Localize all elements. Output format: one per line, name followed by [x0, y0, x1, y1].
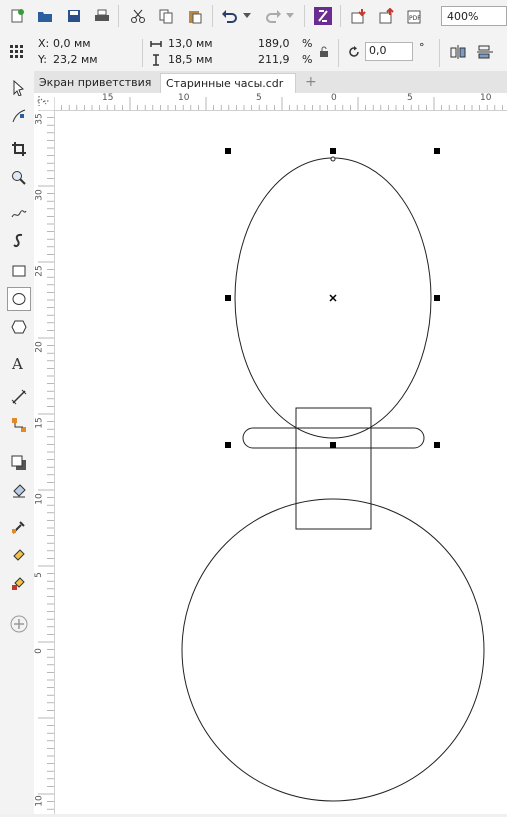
selection-handle[interactable] [434, 295, 440, 301]
redo-dropdown-icon[interactable] [284, 5, 296, 27]
center-marker-icon[interactable] [329, 294, 337, 302]
ruler-top-label: 10 [178, 93, 190, 103]
ruler-left-label: 15 [34, 417, 45, 429]
ruler-left-label: 10 [34, 493, 45, 505]
launcher-icon[interactable] [312, 5, 334, 27]
y-position-field[interactable]: 23,2 мм [50, 52, 136, 69]
selection-handle[interactable] [225, 148, 231, 154]
selection-handle[interactable] [434, 148, 440, 154]
zoom-level-input[interactable]: 400% [441, 6, 507, 26]
paste-icon[interactable] [184, 5, 206, 27]
print-icon[interactable] [91, 5, 113, 27]
undo-icon[interactable] [219, 5, 241, 27]
horizontal-ruler-ticks [53, 97, 503, 110]
vertical-ruler[interactable]: 35 30 25 20 15 10 5 0 10 [33, 109, 55, 814]
x-label: X: [38, 37, 50, 50]
transparency-icon[interactable] [7, 479, 31, 503]
mirror-vertical-icon[interactable] [474, 41, 496, 63]
interactive-fill-icon[interactable] [7, 543, 31, 567]
x-position-field[interactable]: 0,0 мм [50, 36, 136, 53]
rotation-icon [345, 41, 363, 63]
add-tab-button[interactable]: + [300, 73, 318, 93]
dimension-tool-icon[interactable] [7, 385, 31, 409]
polygon-tool-icon[interactable] [7, 315, 31, 339]
pick-tool-icon[interactable] [7, 76, 31, 100]
tab-document[interactable]: Старинные часы.cdr [160, 73, 296, 93]
drawing-canvas[interactable] [55, 111, 507, 814]
lock-ratio-icon[interactable] [316, 41, 332, 63]
pdf-icon[interactable]: PDF [404, 5, 426, 27]
save-icon[interactable] [63, 5, 85, 27]
rectangle-tool-icon[interactable] [7, 259, 31, 283]
width-field[interactable]: 13,0 мм [165, 36, 251, 53]
neck-rectangle[interactable] [295, 407, 372, 530]
selection-handle[interactable] [330, 148, 336, 154]
height-icon [150, 54, 162, 66]
selection-handle[interactable] [330, 442, 336, 448]
export-icon[interactable] [376, 5, 398, 27]
open-icon[interactable] [34, 5, 56, 27]
add-tool-icon[interactable] [7, 612, 31, 636]
selection-handle[interactable] [225, 295, 231, 301]
artistic-media-icon[interactable] [7, 229, 31, 253]
freehand-tool-icon[interactable] [7, 201, 31, 225]
undo-dropdown-icon[interactable] [241, 5, 253, 27]
property-bar: X: 0,0 мм Y: 23,2 мм 13,0 мм 18,5 мм 189… [0, 33, 507, 72]
ruler-left-label: 20 [34, 341, 45, 353]
text-tool-icon[interactable]: A [7, 351, 31, 375]
y-label: Y: [38, 53, 47, 66]
ruler-top-label: 5 [407, 93, 413, 103]
ellipse-tool-icon[interactable] [7, 287, 31, 311]
document-tabs: Экран приветствия Старинные часы.cdr + [34, 71, 507, 94]
new-icon[interactable] [6, 5, 28, 27]
clock-base-circle[interactable] [181, 498, 485, 802]
ruler-left-label: 5 [33, 572, 44, 578]
height-field[interactable]: 18,5 мм [165, 52, 251, 69]
scale-x-field[interactable]: 189,0 [255, 36, 299, 53]
ruler-origin-icon[interactable] [34, 93, 55, 111]
ruler-left-label: 25 [34, 265, 45, 277]
cut-icon[interactable] [127, 5, 149, 27]
ruler-top-label: 15 [102, 93, 114, 103]
smart-fill-icon[interactable] [7, 571, 31, 595]
rotation-field[interactable]: 0,0 [365, 42, 413, 61]
drop-shadow-icon[interactable] [7, 451, 31, 475]
redo-icon[interactable] [262, 5, 284, 27]
eyedropper-icon[interactable] [7, 515, 31, 539]
percent-y-label: % [302, 53, 313, 66]
ruler-left-label: 30 [34, 189, 45, 201]
ruler-top-label: 0 [331, 93, 337, 103]
scale-y-field[interactable]: 211,9 [255, 52, 299, 69]
svg-text:A: A [11, 355, 23, 371]
width-icon [150, 38, 162, 50]
horizontal-ruler[interactable]: 15 10 5 0 5 10 [53, 93, 507, 111]
mirror-horizontal-icon[interactable] [447, 41, 469, 63]
ruler-left-label: 10 [34, 795, 45, 807]
shape-node[interactable] [330, 156, 336, 162]
drawing [181, 148, 485, 802]
selection-handle[interactable] [225, 442, 231, 448]
tab-welcome-screen[interactable]: Экран приветствия [34, 73, 160, 93]
copy-icon[interactable] [155, 5, 177, 27]
percent-x-label: % [302, 37, 313, 50]
shape-tool-icon[interactable] [7, 104, 31, 128]
zoom-tool-icon[interactable] [7, 166, 31, 190]
selection-handle[interactable] [434, 442, 440, 448]
import-icon[interactable] [348, 5, 370, 27]
toolbox: A [0, 71, 35, 814]
svg-text:PDF: PDF [409, 15, 421, 22]
ruler-left-label: 35 [34, 113, 45, 125]
vertical-ruler-ticks [38, 109, 54, 810]
ruler-left-label: 0 [33, 648, 44, 654]
object-origin-icon[interactable] [6, 41, 28, 63]
standard-toolbar: PDF 400% [0, 0, 507, 34]
ruler-top-label: 5 [256, 93, 262, 103]
ruler-top-label: 10 [480, 93, 492, 103]
crop-tool-icon[interactable] [7, 137, 31, 161]
connector-tool-icon[interactable] [7, 413, 31, 437]
degree-label: ° [419, 41, 425, 54]
